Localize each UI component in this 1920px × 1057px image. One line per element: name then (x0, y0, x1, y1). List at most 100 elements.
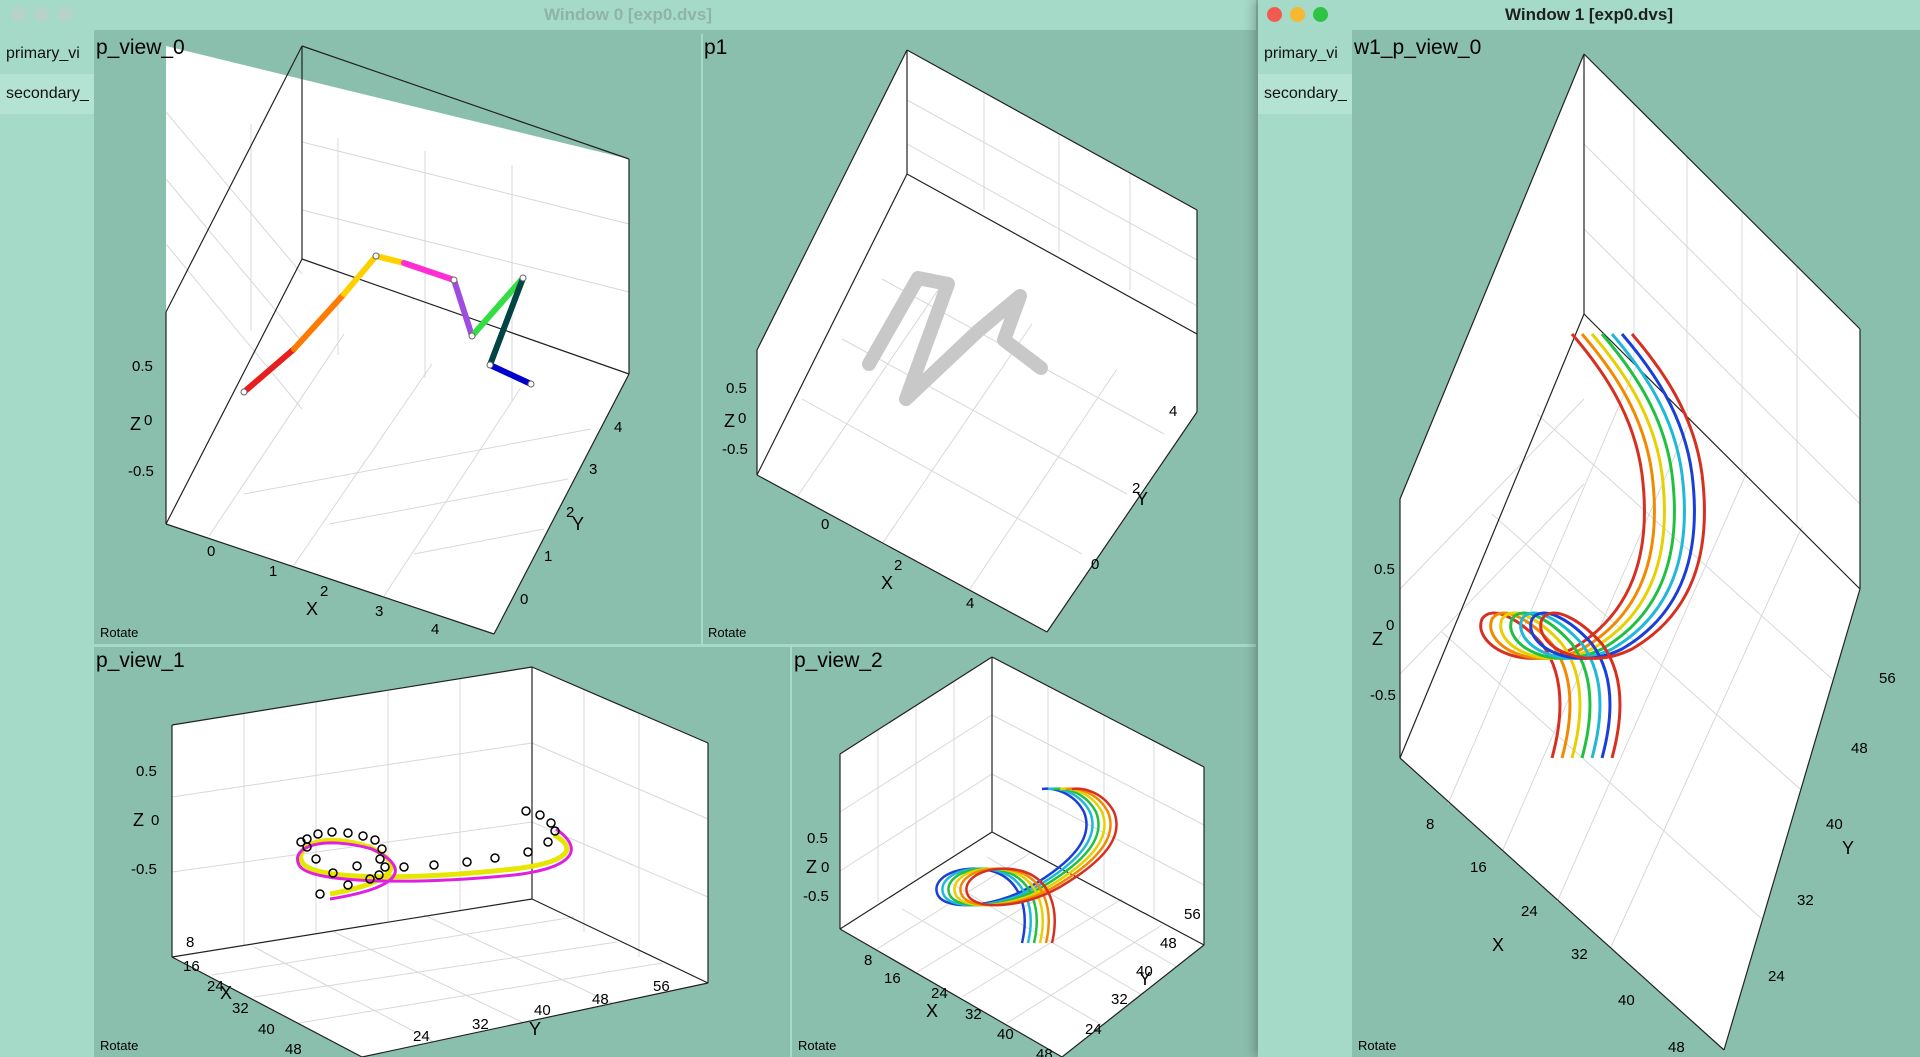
close-button[interactable] (1267, 7, 1282, 22)
z-tick: -0.5 (1370, 687, 1396, 704)
plot-panel-w1-p-view-0[interactable]: 0.5 0 -0.5 Z 8 16 24 32 40 48 X 24 32 40… (1352, 34, 1920, 1057)
z-tick: -0.5 (803, 888, 829, 905)
x-axis-label: X (220, 983, 232, 1003)
sidebar-item-primary-view[interactable]: primary_vi (1258, 34, 1352, 74)
y-tick: 24 (413, 1028, 430, 1045)
y-axis-label: Y (572, 514, 584, 534)
z-axis-label: Z (806, 857, 817, 877)
y-tick: 3 (589, 461, 597, 478)
z-tick: 0.5 (132, 358, 153, 375)
close-button[interactable] (11, 7, 26, 22)
zoom-button[interactable] (57, 7, 72, 22)
z-tick: 0 (821, 859, 829, 876)
x-tick: 3 (375, 603, 383, 620)
3d-plot-canvas[interactable]: 0.5 0 -0.5 Z 8 16 24 32 40 48 X 24 32 40… (1352, 34, 1920, 1057)
z-tick: 0.5 (807, 830, 828, 847)
y-axis-label: Y (1842, 838, 1854, 858)
minimize-button[interactable] (34, 7, 49, 22)
y-tick: 48 (592, 991, 609, 1008)
z-tick: -0.5 (722, 441, 748, 458)
plot-panel-p-view-2[interactable]: 0.5 0 -0.5 Z 8 16 24 32 40 48 X 24 32 40… (792, 647, 1256, 1057)
y-tick: 32 (1797, 892, 1814, 909)
y-tick: 4 (1169, 403, 1177, 420)
z-tick: 0.5 (136, 763, 157, 780)
y-tick: 1 (544, 548, 552, 565)
x-tick: 32 (965, 1006, 982, 1023)
window-1-titlebar[interactable]: Window 1 [exp0.dvs] (1258, 0, 1920, 30)
panel-title: p_view_1 (96, 649, 185, 672)
panel-title: p1 (704, 36, 728, 59)
x-tick: 40 (258, 1021, 275, 1038)
x-tick: 32 (232, 1000, 249, 1017)
sidebar-item-primary-view[interactable]: primary_vi (0, 34, 94, 74)
x-tick: 40 (997, 1026, 1014, 1043)
y-tick: 0 (1091, 556, 1099, 573)
plot-panel-p-view-0[interactable]: 0.5 0 -0.5 Z 0 1 2 3 4 X 0 1 2 3 4 Y p_v… (94, 34, 702, 644)
x-tick: 24 (931, 985, 948, 1002)
y-tick: 40 (534, 1002, 551, 1019)
z-axis-label: Z (724, 411, 735, 431)
y-tick: 40 (1826, 816, 1843, 833)
x-tick: 0 (821, 516, 829, 533)
sidebar-item-secondary-view[interactable]: secondary_ (1258, 74, 1352, 114)
y-tick: 24 (1085, 1021, 1102, 1038)
window-1: Window 1 [exp0.dvs] primary_vi secondary… (1258, 0, 1920, 1057)
3d-plot-canvas[interactable]: 0.5 0 -0.5 Z 8 16 24 32 40 48 X 24 32 40… (94, 647, 790, 1057)
sidebar: primary_vi secondary_ (1258, 30, 1352, 1057)
y-axis-label: Y (1139, 969, 1151, 989)
y-tick: 24 (1768, 968, 1785, 985)
y-tick: 32 (472, 1016, 489, 1033)
x-tick: 48 (1668, 1039, 1685, 1056)
z-tick: 0.5 (726, 380, 747, 397)
3d-plot-canvas[interactable]: 0.5 0 -0.5 Z 0 2 4 X 0 2 4 Y (702, 34, 1256, 644)
x-tick: 32 (1571, 946, 1588, 963)
x-tick: 24 (1521, 903, 1538, 920)
plot-panel-p1[interactable]: 0.5 0 -0.5 Z 0 2 4 X 0 2 4 Y p1 Rotate (702, 34, 1256, 644)
window-title: Window 1 [exp0.dvs] (1505, 5, 1673, 24)
z-tick: 0 (1386, 617, 1394, 634)
x-axis-label: X (926, 1001, 938, 1021)
z-axis-label: Z (1372, 629, 1383, 649)
y-axis-label: Y (529, 1019, 541, 1039)
rotate-mode-label[interactable]: Rotate (798, 1038, 836, 1053)
y-tick: 0 (520, 591, 528, 608)
minimize-button[interactable] (1290, 7, 1305, 22)
plot-box (840, 657, 1204, 1057)
z-tick: -0.5 (131, 861, 157, 878)
x-tick: 2 (894, 557, 902, 574)
x-tick: 8 (186, 934, 194, 951)
window-0-titlebar[interactable]: Window 0 [exp0.dvs] (0, 0, 1256, 30)
y-tick: 56 (1184, 906, 1201, 923)
rotate-mode-label[interactable]: Rotate (100, 625, 138, 640)
plot-panel-p-view-1[interactable]: 0.5 0 -0.5 Z 8 16 24 32 40 48 X 24 32 40… (94, 647, 790, 1057)
sidebar-item-secondary-view[interactable]: secondary_ (0, 74, 94, 114)
z-tick: 0 (144, 412, 152, 429)
rotate-mode-label[interactable]: Rotate (100, 1038, 138, 1053)
z-axis-label: Z (130, 414, 141, 434)
x-axis-label: X (1492, 935, 1504, 955)
plot-box (166, 46, 629, 634)
3d-plot-canvas[interactable]: 0.5 0 -0.5 Z 0 1 2 3 4 X 0 1 2 3 4 Y (94, 34, 702, 644)
x-tick: 4 (431, 621, 439, 638)
x-tick: 40 (1618, 992, 1635, 1009)
y-tick: 56 (653, 978, 670, 995)
window-title: Window 0 [exp0.dvs] (544, 5, 712, 24)
z-tick: 0 (151, 812, 159, 829)
x-axis-label: X (306, 599, 318, 619)
sidebar: primary_vi secondary_ (0, 30, 94, 1057)
zoom-button[interactable] (1313, 7, 1328, 22)
panel-divider[interactable] (94, 644, 1256, 647)
rotate-mode-label[interactable]: Rotate (708, 625, 746, 640)
panel-divider[interactable] (701, 34, 703, 644)
y-tick: 48 (1851, 740, 1868, 757)
z-tick: -0.5 (128, 463, 154, 480)
x-tick: 4 (966, 595, 974, 612)
rotate-mode-label[interactable]: Rotate (1358, 1038, 1396, 1053)
x-tick: 0 (207, 543, 215, 560)
y-tick: 48 (1160, 935, 1177, 952)
y-axis-label: Y (1136, 489, 1148, 509)
panel-divider[interactable] (790, 647, 792, 1057)
3d-plot-canvas[interactable]: 0.5 0 -0.5 Z 8 16 24 32 40 48 X 24 32 40… (792, 647, 1256, 1057)
y-tick: 4 (614, 419, 622, 436)
y-tick: 32 (1111, 991, 1128, 1008)
